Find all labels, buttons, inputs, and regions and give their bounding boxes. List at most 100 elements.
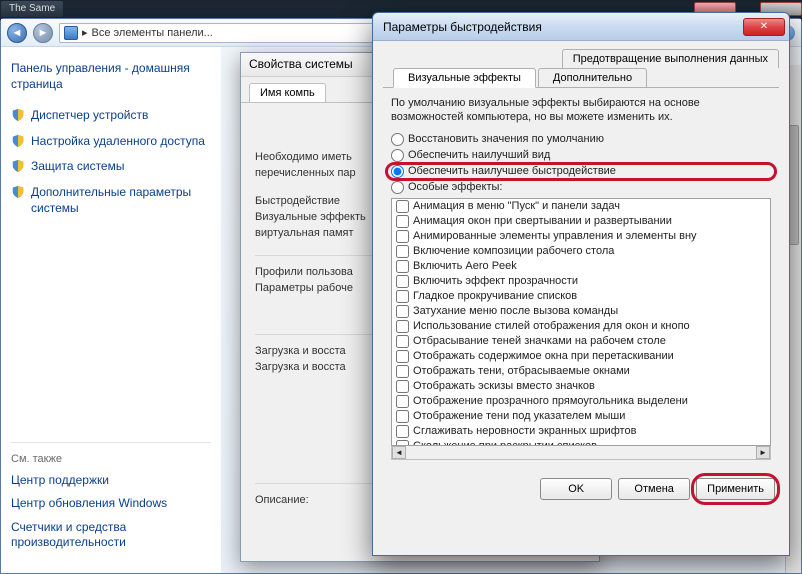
radio-label: Особые эффекты: <box>408 181 502 193</box>
control-panel-sidebar: Панель управления - домашняя страница Ди… <box>1 47 221 573</box>
sidebar-item-system-protection[interactable]: Защита системы <box>11 159 211 175</box>
effect-item[interactable]: Отображать эскизы вместо значков <box>392 379 770 394</box>
effect-label: Анимация в меню "Пуск" и панели задач <box>413 200 620 212</box>
effect-checkbox[interactable] <box>396 305 409 318</box>
sidebar-link-action-center[interactable]: Центр поддержки <box>11 473 211 489</box>
effect-checkbox[interactable] <box>396 365 409 378</box>
effect-item[interactable]: Отображать тени, отбрасываемые окнами <box>392 364 770 379</box>
radio-input[interactable] <box>391 149 404 162</box>
breadcrumb-text: Все элементы панели... <box>92 27 213 39</box>
effect-item[interactable]: Отображать содержимое окна при перетаски… <box>392 349 770 364</box>
radio-label: Восстановить значения по умолчанию <box>408 133 604 145</box>
bg-tab: The Same <box>0 0 64 18</box>
effect-checkbox[interactable] <box>396 410 409 423</box>
sidebar-label: Дополнительные параметры системы <box>31 185 211 216</box>
effect-item[interactable]: Анимация в меню "Пуск" и панели задач <box>392 199 770 214</box>
shield-icon <box>11 159 25 173</box>
effect-label: Включить эффект прозрачности <box>413 275 578 287</box>
effect-label: Включение композиции рабочего стола <box>413 245 614 257</box>
tab-advanced[interactable]: Дополнительно <box>538 68 647 88</box>
see-also-label: См. также <box>11 442 211 465</box>
radio-input[interactable] <box>391 133 404 146</box>
tab-visual-effects[interactable]: Визуальные эффекты <box>393 68 536 88</box>
effect-checkbox[interactable] <box>396 335 409 348</box>
radio-input[interactable] <box>391 165 404 178</box>
ok-button[interactable]: OK <box>540 478 612 500</box>
shield-icon <box>11 134 25 148</box>
effect-checkbox[interactable] <box>396 380 409 393</box>
sysprops-tab-computer-name[interactable]: Имя компь <box>249 83 326 102</box>
sidebar-link-perf-tools[interactable]: Счетчики и средства производительности <box>11 520 211 551</box>
perf-content: По умолчанию визуальные эффекты выбирают… <box>373 88 789 468</box>
effect-label: Затухание меню после вызова команды <box>413 305 618 317</box>
cancel-button[interactable]: Отмена <box>618 478 690 500</box>
effect-item[interactable]: Отображение тени под указателем мыши <box>392 409 770 424</box>
effect-label: Анимированные элементы управления и элем… <box>413 230 697 242</box>
close-button[interactable]: ✕ <box>743 18 785 36</box>
scroll-left-icon[interactable]: ◄ <box>392 446 406 459</box>
sidebar-label: Настройка удаленного доступа <box>31 134 205 150</box>
sidebar-label: Диспетчер устройств <box>31 108 148 124</box>
radio-label: Обеспечить наилучшее быстродействие <box>408 165 616 177</box>
effect-checkbox[interactable] <box>396 215 409 228</box>
radio-label: Обеспечить наилучший вид <box>408 149 550 161</box>
effect-label: Гладкое прокручивание списков <box>413 290 577 302</box>
effect-label: Отбрасывание теней значками на рабочем с… <box>413 335 666 347</box>
perf-tabs: Визуальные эффекты Дополнительно <box>383 68 779 88</box>
sidebar-item-remote-settings[interactable]: Настройка удаленного доступа <box>11 134 211 150</box>
horizontal-scrollbar[interactable]: ◄ ► <box>391 446 771 460</box>
radio-custom[interactable]: Особые эффекты: <box>391 181 771 194</box>
sidebar-label: Защита системы <box>31 159 124 175</box>
shield-icon <box>11 108 25 122</box>
effect-item[interactable]: Затухание меню после вызова команды <box>392 304 770 319</box>
scroll-right-icon[interactable]: ► <box>756 446 770 459</box>
effect-label: Сглаживать неровности экранных шрифтов <box>413 425 636 437</box>
effect-label: Отображать содержимое окна при перетаски… <box>413 350 674 362</box>
effect-item[interactable]: Включение композиции рабочего стола <box>392 244 770 259</box>
effect-item[interactable]: Использование стилей отображения для око… <box>392 319 770 334</box>
sidebar-item-advanced-system[interactable]: Дополнительные параметры системы <box>11 185 211 216</box>
effect-item[interactable]: Отображение прозрачного прямоугольника в… <box>392 394 770 409</box>
radio-input[interactable] <box>391 181 404 194</box>
effect-item[interactable]: Сглаживать неровности экранных шрифтов <box>392 424 770 439</box>
effect-checkbox[interactable] <box>396 230 409 243</box>
perf-titlebar: Параметры быстродействия ✕ <box>373 13 789 41</box>
radio-best-appearance[interactable]: Обеспечить наилучший вид <box>391 149 771 162</box>
radio-restore-defaults[interactable]: Восстановить значения по умолчанию <box>391 133 771 146</box>
effect-checkbox[interactable] <box>396 200 409 213</box>
sidebar-item-device-manager[interactable]: Диспетчер устройств <box>11 108 211 124</box>
effect-item[interactable]: Включить Aero Peek <box>392 259 770 274</box>
apply-button[interactable]: Применить <box>696 478 775 500</box>
effect-checkbox[interactable] <box>396 245 409 258</box>
nav-forward-button[interactable]: ► <box>33 23 53 43</box>
effect-checkbox[interactable] <box>396 350 409 363</box>
control-panel-icon <box>64 26 78 40</box>
effect-item[interactable]: Отбрасывание теней значками на рабочем с… <box>392 334 770 349</box>
effect-checkbox[interactable] <box>396 275 409 288</box>
effect-item[interactable]: Включить эффект прозрачности <box>392 274 770 289</box>
perf-outer-tabs: Предотвращение выполнения данных <box>373 41 789 68</box>
visual-effects-list[interactable]: Анимация в меню "Пуск" и панели задач Ани… <box>391 198 771 446</box>
effect-item[interactable]: Скольжение при раскрытии списков <box>392 439 770 446</box>
perf-description: По умолчанию визуальные эффекты выбирают… <box>391 96 771 125</box>
effect-item[interactable]: Анимация окон при свертывании и разверты… <box>392 214 770 229</box>
effect-checkbox[interactable] <box>396 260 409 273</box>
effect-label: Отображение прозрачного прямоугольника в… <box>413 395 688 407</box>
nav-back-button[interactable]: ◄ <box>7 23 27 43</box>
sidebar-link-windows-update[interactable]: Центр обновления Windows <box>11 496 211 512</box>
effect-checkbox[interactable] <box>396 395 409 408</box>
radio-best-performance[interactable]: Обеспечить наилучшее быстродействие <box>391 165 771 178</box>
performance-options-dialog: Параметры быстродействия ✕ Предотвращени… <box>372 12 790 556</box>
sidebar-home-link[interactable]: Панель управления - домашняя страница <box>11 61 211 92</box>
dialog-button-row: OK Отмена Применить <box>373 468 789 506</box>
effect-checkbox[interactable] <box>396 425 409 438</box>
effect-checkbox[interactable] <box>396 320 409 333</box>
effect-item[interactable]: Анимированные элементы управления и элем… <box>392 229 770 244</box>
effect-label: Отображать тени, отбрасываемые окнами <box>413 365 630 377</box>
effect-item[interactable]: Гладкое прокручивание списков <box>392 289 770 304</box>
effect-label: Анимация окон при свертывании и разверты… <box>413 215 672 227</box>
effect-checkbox[interactable] <box>396 290 409 303</box>
effect-label: Отображать эскизы вместо значков <box>413 380 595 392</box>
tab-dep[interactable]: Предотвращение выполнения данных <box>562 49 779 68</box>
perf-title: Параметры быстродействия <box>383 20 743 34</box>
